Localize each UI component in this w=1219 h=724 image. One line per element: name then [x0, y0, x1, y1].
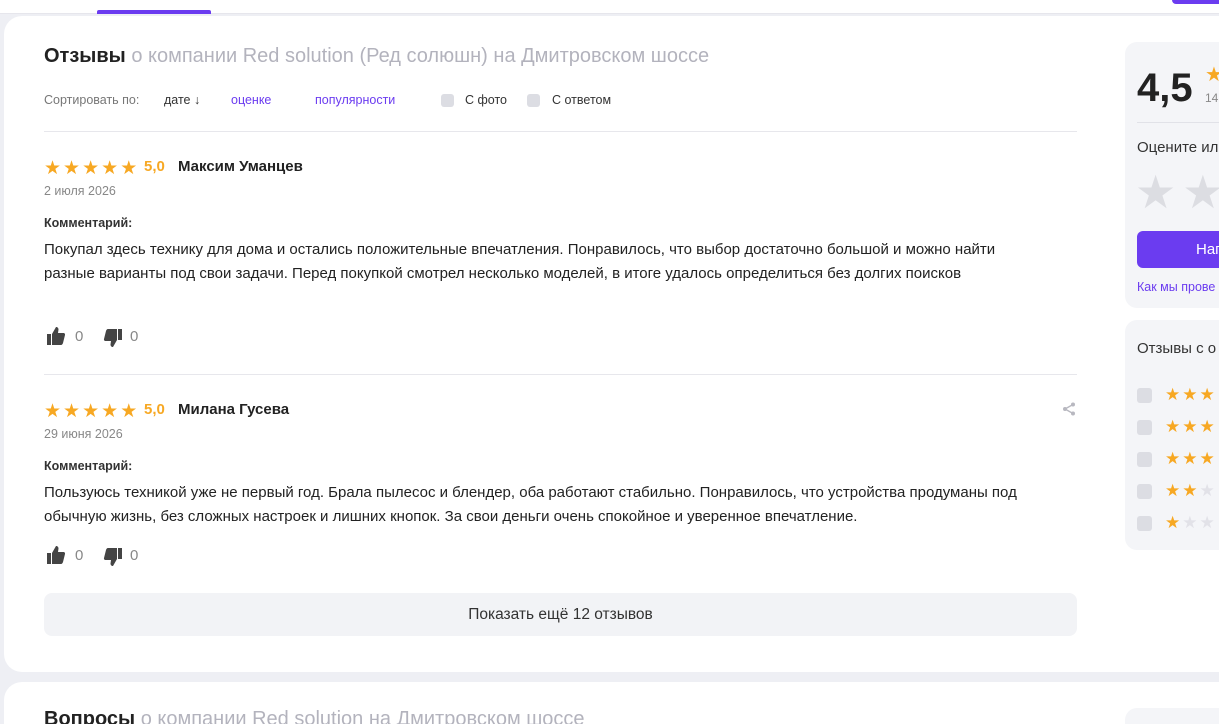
review-score: 5,0 [144, 401, 165, 418]
review-date: 2 июля 2026 [44, 184, 116, 198]
thumbs-down-icon[interactable] [101, 328, 123, 352]
star-icon: ★ [1165, 513, 1181, 532]
sort-by-rating[interactable]: оценке [231, 93, 271, 107]
rate-stars-input[interactable]: ★ ★ [1135, 169, 1219, 215]
filter-answer-label[interactable]: С ответом [552, 93, 611, 107]
thumbs-up-icon[interactable] [46, 545, 66, 569]
review-text: Пользуюсь техникой уже не первый год. Бр… [44, 484, 1017, 525]
rate-prompt: Оцените ил [1137, 139, 1219, 156]
rating-filter-stars: ★ ★ ★ [1165, 417, 1215, 436]
review-score: 5,0 [144, 158, 165, 175]
thumbs-up-icon[interactable] [46, 326, 66, 350]
rating-summary-panel: 4,5 ★ 14 Оцените ил ★ ★ Нап Как мы прове [1125, 42, 1219, 308]
rating-filter-checkbox[interactable] [1137, 484, 1152, 499]
reviews-count: 14 [1205, 91, 1219, 105]
thumbs-down-icon[interactable] [101, 547, 123, 571]
star-icon: ★ [1182, 385, 1198, 404]
review-author[interactable]: Максим Уманцев [178, 158, 303, 175]
star-icon: ★ [1199, 417, 1215, 436]
star-icon: ★ [120, 401, 138, 422]
divider [1137, 122, 1219, 123]
rating-filter-stars: ★ ★ ★ [1165, 385, 1215, 404]
divider [44, 374, 1077, 375]
dislikes-count: 0 [130, 547, 139, 564]
star-icon: ★ [1182, 449, 1198, 468]
filter-photo-checkbox[interactable] [441, 94, 454, 107]
rating-filter-title: Отзывы с о [1137, 340, 1217, 357]
star-icon: ★ [1199, 385, 1215, 404]
review-item: ★ ★ ★ ★ ★ 5,0 Милана Гусева 29 июня 2026… [44, 401, 1077, 571]
rating-filter-checkbox[interactable] [1137, 420, 1152, 435]
rating-filter-checkbox[interactable] [1137, 388, 1152, 403]
divider [44, 131, 1077, 132]
reviews-title-sub: о компании Red solution (Ред солюшн) на … [131, 45, 710, 67]
rating-filter-panel: Отзывы с о ★ ★ ★ ★ ★ ★ ★ ★ ★ ★ ★ ★ ★ ★ ★ [1125, 320, 1219, 550]
show-more-button[interactable]: Показать ещё 12 отзывов [44, 593, 1077, 636]
star-icon: ★ [1199, 449, 1215, 468]
how-we-check-link[interactable]: Как мы прове [1137, 280, 1215, 294]
star-icon: ★ [1165, 449, 1181, 468]
star-icon: ★ [101, 158, 119, 179]
star-icon: ★ [1199, 513, 1215, 532]
sort-label: Сортировать по: [44, 93, 140, 107]
star-icon: ★ [1165, 481, 1181, 500]
reviews-title: Отзывы о компании Red solution (Ред солю… [44, 45, 709, 68]
rating-filter-stars: ★ ★ ★ [1165, 513, 1215, 532]
star-icon: ★ [82, 401, 100, 422]
star-icon: ★ [1165, 385, 1181, 404]
questions-title-bold: Вопросы [44, 708, 136, 724]
star-icon: ★ [1182, 513, 1198, 532]
header-action-button[interactable] [1172, 0, 1219, 4]
star-icon: ★ [1199, 481, 1215, 500]
review-author[interactable]: Милана Гусева [178, 401, 289, 418]
rating-filter-checkbox[interactable] [1137, 516, 1152, 531]
likes-count: 0 [75, 328, 84, 345]
overall-score: 4,5 [1137, 66, 1193, 110]
star-icon: ★ [44, 401, 62, 422]
star-icon: ★ [1205, 64, 1219, 86]
questions-side-panel [1125, 708, 1219, 724]
star-icon[interactable]: ★ [1182, 169, 1219, 215]
rating-filter-stars: ★ ★ ★ [1165, 449, 1215, 468]
sort-by-popularity[interactable]: популярности [315, 93, 395, 107]
star-icon: ★ [44, 158, 62, 179]
star-icon: ★ [82, 158, 100, 179]
star-icon: ★ [1182, 481, 1198, 500]
star-icon: ★ [120, 158, 138, 179]
reviews-title-bold: Отзывы [44, 45, 126, 67]
review-item: ★ ★ ★ ★ ★ 5,0 Максим Уманцев 2 июля 2026… [44, 158, 1077, 358]
star-icon: ★ [1165, 417, 1181, 436]
top-nav [0, 0, 1219, 14]
share-icon[interactable] [1061, 401, 1077, 422]
write-review-button[interactable]: Нап [1137, 231, 1219, 268]
comment-label: Комментарий: [44, 216, 133, 230]
rating-filter-stars: ★ ★ ★ [1165, 481, 1215, 500]
review-date: 29 июня 2026 [44, 427, 123, 441]
star-icon: ★ [1182, 417, 1198, 436]
dislikes-count: 0 [130, 328, 139, 345]
rating-filter-checkbox[interactable] [1137, 452, 1152, 467]
star-icon: ★ [63, 158, 81, 179]
review-stars: ★ ★ ★ ★ ★ [44, 158, 138, 179]
questions-title-sub: о компании Red solution на Дмитровском ш… [140, 708, 585, 724]
questions-title: Вопросы о компании Red solution на Дмитр… [44, 708, 585, 724]
filter-answer-checkbox[interactable] [527, 94, 540, 107]
sort-by-date[interactable]: дате ↓ [164, 93, 200, 107]
star-icon: ★ [63, 401, 81, 422]
star-icon[interactable]: ★ [1135, 169, 1176, 215]
star-icon: ★ [101, 401, 119, 422]
review-text: Покупал здесь технику для дома и осталис… [44, 241, 996, 282]
active-tab-indicator[interactable] [97, 10, 211, 14]
likes-count: 0 [75, 547, 84, 564]
comment-label: Комментарий: [44, 459, 133, 473]
filter-photo-label[interactable]: С фото [465, 93, 507, 107]
review-stars: ★ ★ ★ ★ ★ [44, 401, 138, 422]
